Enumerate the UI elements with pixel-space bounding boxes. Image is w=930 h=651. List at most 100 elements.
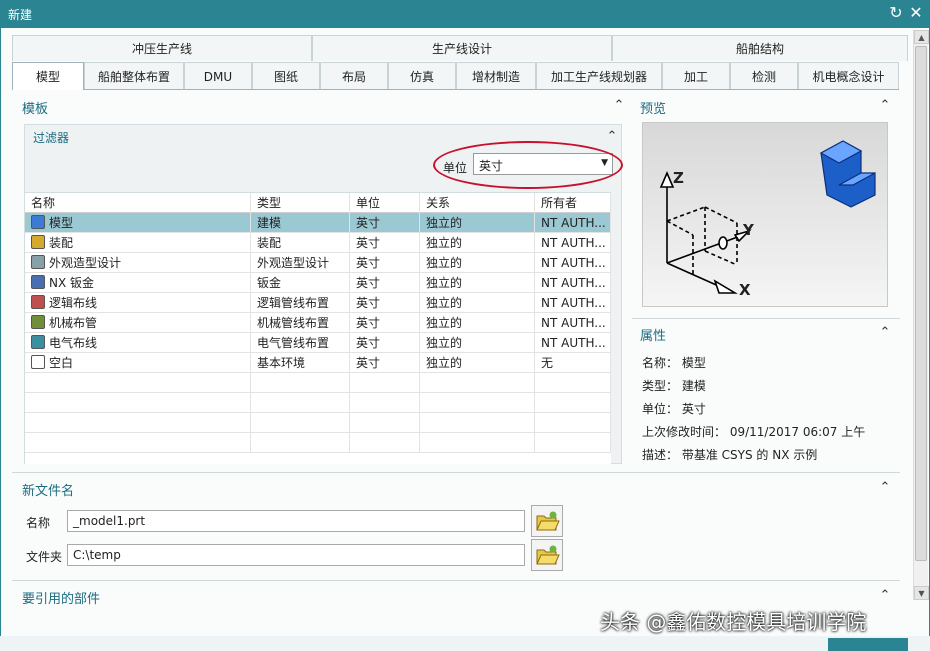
table-row[interactable]: 外观造型设计 外观造型设计 英寸 独立的 NT AUTH...	[25, 253, 611, 273]
model-cube-icon	[819, 140, 876, 208]
cell-relation: 独立的	[420, 213, 535, 233]
cell-type: 基本环境	[251, 353, 350, 373]
cell-owner: NT AUTH...	[535, 253, 611, 273]
template-table: 名称 类型 单位 关系 所有者 模型 建模 英寸 独立的 NT AUTH... 装配 装配英…	[25, 192, 611, 464]
close-icon[interactable]: ✕	[908, 4, 924, 22]
scroll-down-icon[interactable]: ▼	[914, 586, 929, 600]
folder-label: 文件夹	[26, 550, 63, 564]
cell-owner-text: NT AUTH...	[541, 276, 606, 290]
tab-additive[interactable]: 增材制造	[456, 62, 536, 90]
cell-name: 外观造型设计	[25, 253, 251, 273]
tab-stamping-line[interactable]: 冲压生产线	[12, 35, 312, 61]
filename-input[interactable]: _model1.prt	[67, 510, 525, 532]
collapse-properties-icon[interactable]: ⌃	[878, 326, 892, 339]
tab-model[interactable]: 模型	[12, 62, 84, 90]
folder-open-icon	[536, 511, 560, 531]
browse-folder-button[interactable]	[531, 539, 563, 571]
cell-type: 外观造型设计	[251, 253, 350, 273]
cell-name-text: 空白	[49, 356, 74, 370]
table-row[interactable]: 逻辑布线 逻辑管线布置 英寸 独立的 NT AUTH...	[25, 293, 611, 313]
cell-name-text: NX 钣金	[49, 276, 95, 290]
tab-machining[interactable]: 加工	[662, 62, 730, 90]
vertical-scrollbar[interactable]: ▲ ▼	[913, 30, 929, 600]
property-type-value: 建模	[681, 379, 706, 393]
cell-name-text: 机械布管	[49, 316, 98, 330]
column-header-relation[interactable]: 关系	[420, 193, 535, 213]
cell-relation-text: 独立的	[426, 216, 463, 230]
cell-type-text: 建模	[257, 216, 282, 230]
filter-panel: 过滤器 ⌃ 单位 英寸 ▼ 名称 类型 单位 关系 所有者 模型 建模 英寸 独立的 N…	[24, 124, 623, 464]
tab-dmu[interactable]: DMU	[184, 62, 252, 90]
property-type-label: 类型：	[642, 379, 679, 393]
cell-unit: 英寸	[350, 213, 420, 233]
cell-owner-text: NT AUTH...	[541, 216, 606, 230]
table-row[interactable]: 模型 建模 英寸 独立的 NT AUTH...	[25, 213, 611, 233]
tab-row-2: 模型 船舶整体布置 DMU 图纸 布局 仿真 增材制造 加工生产线规划器 加工 …	[12, 62, 899, 90]
cell-relation-text: 独立的	[426, 276, 463, 290]
collapse-new-filename-icon[interactable]: ⌃	[878, 481, 892, 494]
preview-image: Z Y X	[642, 122, 888, 307]
filename-label: 名称	[26, 516, 51, 530]
table-row[interactable]: 空白 基本环境 英寸 独立的 无	[25, 353, 611, 373]
shape-design-icon	[31, 255, 45, 269]
new-filename-section-title: 新文件名	[22, 484, 75, 499]
empty-cell	[251, 373, 350, 393]
tab-layout[interactable]: 布局	[320, 62, 388, 90]
divider	[632, 318, 900, 319]
empty-cell	[350, 413, 420, 433]
tab-ship-layout[interactable]: 船舶整体布置	[84, 62, 184, 90]
property-modified-value: 09/11/2017 06:07 上午	[729, 425, 866, 439]
folder-input[interactable]: C:\temp	[67, 544, 525, 566]
empty-cell	[535, 393, 611, 413]
cell-owner: NT AUTH...	[535, 293, 611, 313]
table-row[interactable]: NX 钣金 钣金 英寸 独立的 NT AUTH...	[25, 273, 611, 293]
column-header-unit[interactable]: 单位	[350, 193, 420, 213]
empty-cell	[25, 413, 251, 433]
cell-unit: 英寸	[350, 253, 420, 273]
tab-ship-structure[interactable]: 船舶结构	[612, 35, 908, 61]
empty-cell	[350, 433, 420, 453]
property-unit-label: 单位：	[642, 402, 679, 416]
dialog-button-strip[interactable]	[828, 638, 908, 651]
properties-section-title: 属性	[640, 329, 667, 344]
title-bar: 新建 ↻ ✕	[0, 0, 930, 28]
property-unit: 单位： 英寸	[642, 400, 706, 417]
empty-table-row	[25, 393, 611, 413]
collapse-preview-icon[interactable]: ⌃	[878, 99, 892, 112]
table-row[interactable]: 电气布线 电气管线布置 英寸 独立的 NT AUTH...	[25, 333, 611, 353]
column-header-name[interactable]: 名称	[25, 193, 251, 213]
table-row[interactable]: 装配 装配 英寸 独立的 NT AUTH...	[25, 233, 611, 253]
cell-relation: 独立的	[420, 333, 535, 353]
collapse-referenced-parts-icon[interactable]: ⌃	[878, 589, 892, 602]
unit-filter-select[interactable]: 英寸 ▼	[473, 153, 613, 175]
cell-type-text: 电气管线布置	[257, 336, 330, 350]
column-header-type[interactable]: 类型	[251, 193, 350, 213]
tab-simulation[interactable]: 仿真	[388, 62, 456, 90]
collapse-filter-icon[interactable]: ⌃	[605, 130, 619, 143]
column-header-owner[interactable]: 所有者	[535, 193, 611, 213]
scroll-thumb[interactable]	[915, 46, 927, 561]
cell-name: 电气布线	[25, 333, 251, 353]
tab-line-design[interactable]: 生产线设计	[312, 35, 612, 61]
empty-cell	[535, 373, 611, 393]
empty-cell	[535, 433, 611, 453]
cell-unit: 英寸	[350, 313, 420, 333]
table-row[interactable]: 机械布管 机械管线布置 英寸 独立的 NT AUTH...	[25, 313, 611, 333]
cell-type-text: 装配	[257, 236, 282, 250]
browse-filename-button[interactable]	[531, 505, 563, 537]
cell-unit-text: 英寸	[356, 356, 381, 370]
empty-table-row	[25, 373, 611, 393]
logical-routing-icon	[31, 295, 45, 309]
scroll-up-icon[interactable]: ▲	[914, 30, 929, 44]
cell-name: 模型	[25, 213, 251, 233]
empty-cell	[420, 373, 535, 393]
reset-icon[interactable]: ↻	[888, 4, 904, 22]
tab-inspection[interactable]: 检测	[730, 62, 798, 90]
electrical-routing-icon	[31, 335, 45, 349]
tab-mechatronics[interactable]: 机电概念设计	[798, 62, 899, 90]
empty-cell	[251, 393, 350, 413]
tab-line-planner[interactable]: 加工生产线规划器	[536, 62, 662, 90]
unit-filter-value: 英寸	[479, 159, 504, 173]
collapse-template-icon[interactable]: ⌃	[612, 99, 626, 112]
tab-drawing[interactable]: 图纸	[252, 62, 320, 90]
